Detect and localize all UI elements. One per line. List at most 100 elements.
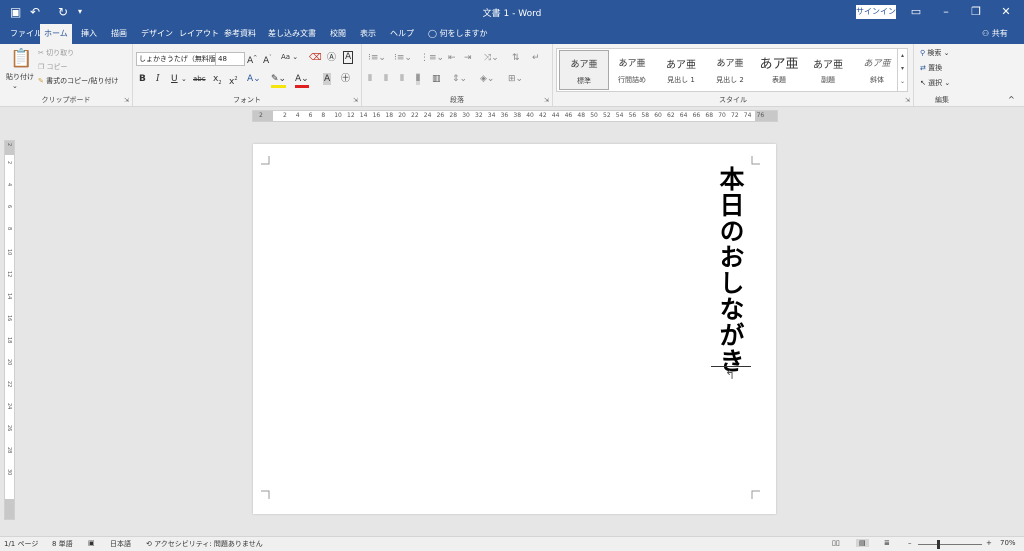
- tab-help[interactable]: ヘルプ: [386, 24, 418, 44]
- char-shading-icon[interactable]: A: [323, 73, 332, 85]
- distributed-icon[interactable]: ▥: [432, 73, 441, 85]
- align-center-icon[interactable]: ⦀: [384, 73, 388, 85]
- language-status[interactable]: 日本語: [110, 539, 131, 549]
- paragraph-launcher-icon[interactable]: ⇲: [544, 97, 549, 104]
- cut-button[interactable]: ✂ 切り取り: [38, 48, 74, 58]
- clipboard-launcher-icon[interactable]: ⇲: [124, 97, 129, 104]
- tab-mailings[interactable]: 差し込み文書: [264, 24, 320, 44]
- paste-icon[interactable]: 📋: [10, 48, 32, 70]
- shading-icon[interactable]: ◈⌄: [480, 73, 494, 85]
- restore-icon[interactable]: ❐: [966, 3, 986, 21]
- document-text[interactable]: 本日のおしながき: [713, 166, 747, 374]
- decrease-indent-icon[interactable]: ⇤: [448, 52, 456, 64]
- style-heading-2[interactable]: あア亜 見出し 2: [706, 50, 754, 88]
- justify-icon[interactable]: ⦀: [416, 73, 420, 85]
- ribbon-display-icon[interactable]: ▭: [906, 3, 926, 21]
- horizontal-ruler[interactable]: 2 2 4 6 8 10 12 14 16 18 20 22 24 26 28 30 32 34 36 38 40 42 4…: [252, 110, 778, 122]
- word-count[interactable]: 8 単語: [52, 539, 73, 549]
- tab-references[interactable]: 参考資料: [220, 24, 260, 44]
- zoom-level[interactable]: 70%: [1000, 539, 1016, 547]
- multilevel-list-icon[interactable]: ⋮≡⌄: [420, 52, 444, 64]
- phonetic-guide-icon[interactable]: Ⓐ: [327, 52, 336, 64]
- style-no-spacing[interactable]: あア亜 行間詰め: [608, 50, 656, 88]
- superscript-icon[interactable]: x2: [229, 73, 238, 88]
- font-size-combo[interactable]: 48: [215, 52, 245, 66]
- minimize-icon[interactable]: –: [936, 3, 956, 21]
- grow-font-icon[interactable]: A^: [247, 52, 257, 67]
- copy-label: コピー: [46, 63, 68, 71]
- collapse-ribbon-icon[interactable]: ^: [1008, 94, 1015, 106]
- tab-layout[interactable]: レイアウト: [175, 24, 223, 44]
- style-emphasis[interactable]: あア亜 斜体: [853, 50, 901, 88]
- tell-me-box[interactable]: ◯ 何をしますか: [428, 24, 488, 44]
- bold-icon[interactable]: B: [139, 73, 146, 85]
- read-mode-icon[interactable]: ▯▯: [832, 539, 840, 547]
- font-color-icon[interactable]: A⌄: [295, 73, 309, 88]
- shrink-font-icon[interactable]: Aˇ: [263, 52, 272, 67]
- text-effects-icon[interactable]: A⌄: [247, 73, 261, 85]
- zoom-slider[interactable]: [918, 544, 982, 545]
- tab-review[interactable]: 校閲: [326, 24, 350, 44]
- asian-layout-icon[interactable]: ⤨⌄: [484, 52, 499, 64]
- gallery-scroll[interactable]: ▴ ▾ ⌄: [897, 49, 907, 91]
- title-bar: ▣ ↶ ↻ ▾ 文書 1 - Word サインイン ▭ – ❐ ✕: [0, 0, 1024, 24]
- tab-design[interactable]: デザイン: [137, 24, 177, 44]
- web-layout-icon[interactable]: ≣: [884, 539, 890, 547]
- tab-home[interactable]: ホーム: [40, 24, 72, 44]
- numbering-icon[interactable]: ⁝≡⌄: [394, 52, 412, 64]
- print-layout-icon[interactable]: ▤: [856, 539, 869, 547]
- accessibility-text: アクセシビリティ: 問題ありません: [154, 540, 263, 548]
- paste-dropdown-icon[interactable]: ⌄: [12, 82, 18, 90]
- styles-launcher-icon[interactable]: ⇲: [905, 97, 910, 104]
- format-painter-button[interactable]: ✎ 書式のコピー/貼り付け: [38, 76, 118, 86]
- style-subtitle[interactable]: あア亜 副題: [804, 50, 852, 88]
- vruler-number: 10: [6, 249, 12, 256]
- crop-mark-top-right: [751, 156, 760, 165]
- align-top-icon[interactable]: ⦀: [368, 73, 372, 85]
- accessibility-status[interactable]: ⟲ アクセシビリティ: 問題ありません: [146, 539, 263, 549]
- style-title[interactable]: あア亜 表題: [755, 50, 803, 88]
- proofing-icon[interactable]: ▣: [88, 539, 95, 547]
- select-button[interactable]: ↖ 選択 ⌄: [920, 78, 950, 88]
- ruler-number: 36: [500, 112, 509, 119]
- highlight-icon[interactable]: ✎⌄: [271, 73, 287, 88]
- find-button[interactable]: ⚲ 検索 ⌄: [920, 48, 949, 58]
- share-button[interactable]: ⚇ 共有: [982, 24, 1008, 44]
- show-marks-icon[interactable]: ↵: [532, 52, 540, 64]
- page-count[interactable]: 1/1 ページ: [4, 539, 38, 549]
- clear-format-icon[interactable]: ⌫: [309, 52, 322, 64]
- bullets-icon[interactable]: ⁝≡⌄: [368, 52, 386, 64]
- vertical-ruler[interactable]: 2 2 4 6 8 10 12 14 16 18 20 22 24 26 28 30: [4, 140, 15, 520]
- underline-icon[interactable]: U: [171, 73, 178, 85]
- underline-dropdown-icon[interactable]: ⌄: [181, 73, 187, 85]
- close-icon[interactable]: ✕: [996, 3, 1016, 21]
- align-bottom-icon[interactable]: ⦀: [400, 73, 404, 85]
- sort-icon[interactable]: ⇅: [512, 52, 520, 64]
- document-page[interactable]: 本日のおしながき ↰: [253, 144, 776, 514]
- subscript-icon[interactable]: x2: [213, 73, 222, 89]
- zoom-out-icon[interactable]: –: [908, 539, 912, 547]
- tab-insert[interactable]: 挿入: [77, 24, 101, 44]
- replace-button[interactable]: ⇄ 置換: [920, 63, 942, 73]
- line-spacing-icon[interactable]: ⇕⌄: [452, 73, 467, 85]
- signin-button[interactable]: サインイン: [856, 5, 896, 19]
- ruler-number: 32: [475, 112, 483, 119]
- enclose-char-icon[interactable]: ㊉: [341, 73, 350, 85]
- tab-draw[interactable]: 描画: [107, 24, 131, 44]
- copy-button[interactable]: ❐ コピー: [38, 62, 68, 72]
- change-case-button[interactable]: Aa ⌄: [281, 53, 298, 61]
- style-normal[interactable]: あア亜 標準: [559, 50, 609, 90]
- ruler-number: 18: [385, 112, 394, 119]
- strikethrough-icon[interactable]: abc: [193, 73, 206, 85]
- increase-indent-icon[interactable]: ⇥: [464, 52, 472, 64]
- paste-button[interactable]: 貼り付け: [6, 72, 34, 82]
- font-name-combo[interactable]: しょかきうたげ（無料版）: [136, 52, 216, 66]
- font-launcher-icon[interactable]: ⇲: [353, 97, 358, 104]
- style-heading-1[interactable]: あア亜 見出し 1: [657, 50, 705, 88]
- zoom-in-icon[interactable]: +: [986, 539, 992, 547]
- italic-icon[interactable]: I: [156, 73, 160, 85]
- char-border-icon[interactable]: A: [343, 51, 354, 64]
- borders-icon[interactable]: ⊞⌄: [508, 73, 523, 85]
- zoom-slider-thumb[interactable]: [937, 540, 940, 549]
- tab-view[interactable]: 表示: [356, 24, 380, 44]
